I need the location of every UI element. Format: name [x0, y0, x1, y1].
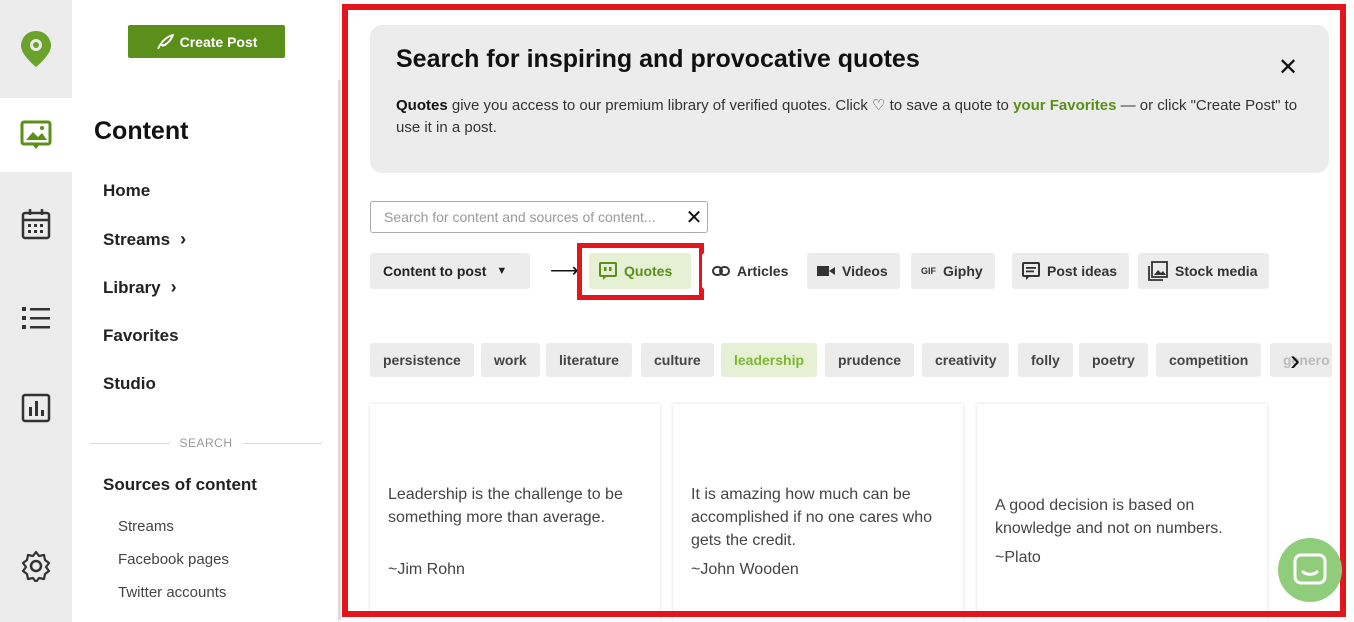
app-logo[interactable] [0, 0, 72, 98]
image-chat-icon [20, 120, 52, 149]
content-sidebar: Create Post Content Home Streams › Librar… [72, 0, 340, 622]
create-post-button[interactable]: Create Post [128, 25, 285, 58]
list-icon [22, 307, 50, 329]
chevron-right-icon: › [170, 277, 177, 297]
rail-content[interactable] [0, 98, 72, 172]
rail-calendar[interactable] [0, 186, 72, 262]
create-post-label: Create Post [179, 33, 258, 50]
sidebar-scrollbar[interactable] [338, 80, 341, 620]
feather-icon [156, 33, 174, 49]
nav-streams-label: Streams [103, 229, 171, 249]
sidebar-title: Content [94, 117, 189, 145]
location-pin-logo-icon [21, 31, 51, 67]
nav-library[interactable]: Library › [103, 277, 177, 298]
nav-favorites-label: Favorites [103, 326, 179, 345]
highlight-frame [342, 4, 1346, 617]
bar-chart-icon [21, 393, 51, 423]
nav-studio-label: Studio [103, 374, 156, 393]
nav-studio[interactable]: Studio [103, 374, 156, 394]
chat-icon [1293, 553, 1327, 585]
icon-rail [0, 0, 72, 622]
rail-analytics[interactable] [0, 370, 72, 446]
search-divider: SEARCH [90, 436, 323, 450]
calendar-icon [21, 209, 51, 240]
sources-heading: Sources of content [103, 475, 257, 494]
nav-library-label: Library [103, 277, 161, 297]
nav-favorites[interactable]: Favorites [103, 326, 179, 346]
chat-launcher[interactable] [1278, 538, 1342, 602]
search-divider-label: SEARCH [179, 436, 233, 450]
source-facebook-pages[interactable]: Facebook pages [118, 551, 229, 568]
nav-home-label: Home [103, 181, 151, 200]
source-twitter-accounts[interactable]: Twitter accounts [118, 584, 226, 601]
rail-list[interactable] [0, 280, 72, 356]
source-streams[interactable]: Streams [118, 518, 174, 535]
chevron-right-icon: › [180, 229, 187, 249]
rail-settings[interactable] [0, 528, 72, 604]
gear-icon [21, 550, 51, 582]
nav-home[interactable]: Home [103, 181, 150, 201]
nav-streams[interactable]: Streams › [103, 229, 186, 250]
